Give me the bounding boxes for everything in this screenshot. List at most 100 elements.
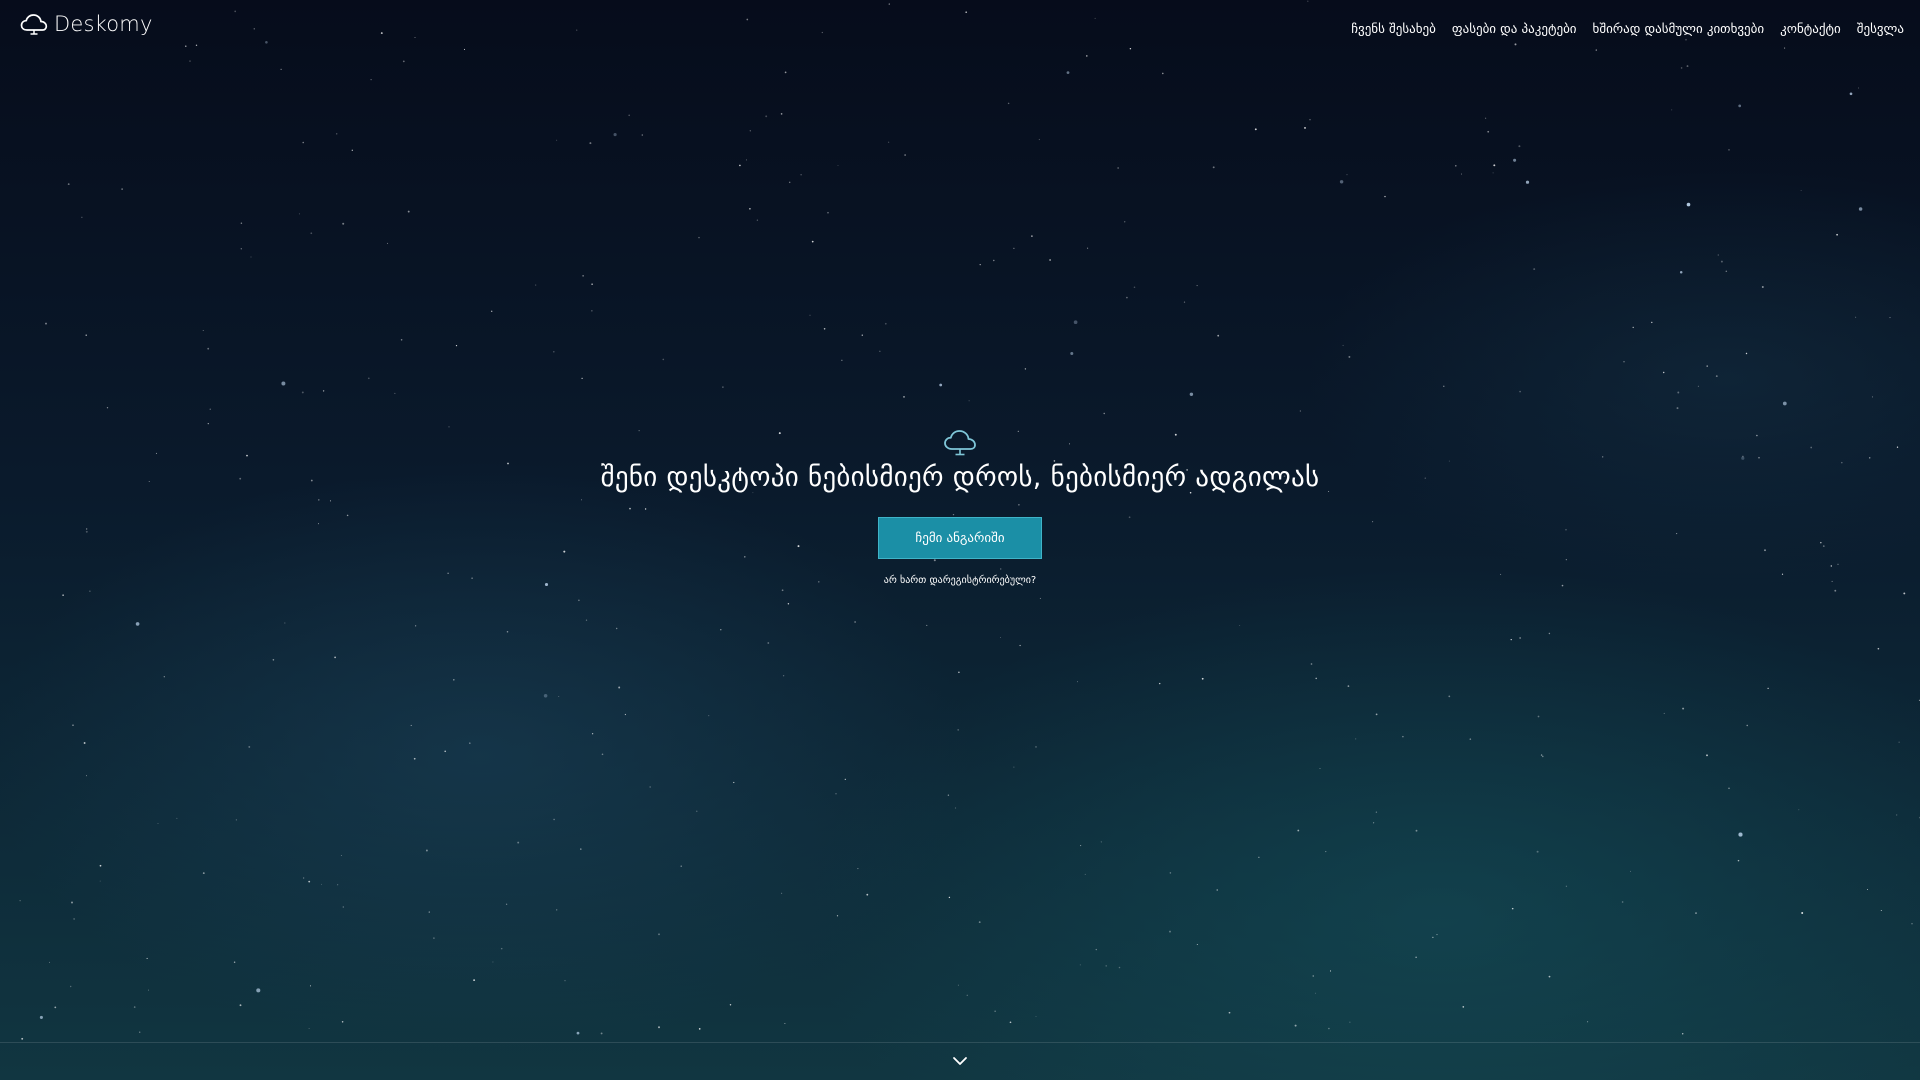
star	[1857, 87, 1860, 89]
nav-link-pricing[interactable]: ფასები და პაკეტები	[1452, 22, 1577, 37]
star	[954, 807, 957, 809]
nav-link-contact[interactable]: კონტაქტი	[1780, 22, 1841, 37]
star	[19, 900, 21, 902]
star	[71, 901, 73, 904]
star	[968, 400, 970, 402]
star	[1348, 355, 1351, 358]
star	[903, 396, 905, 398]
star	[202, 330, 204, 331]
my-account-button[interactable]: ჩემი ანგარიში	[878, 517, 1042, 559]
star	[1297, 829, 1300, 832]
star	[45, 322, 47, 325]
star	[1299, 410, 1301, 412]
star	[1375, 811, 1378, 813]
register-link[interactable]: არ ხართ დარეგისტრირებული?	[0, 575, 1920, 586]
hero-section: შენი დესკტოპი ნებისმიერ დროს, ნებისმიერ …	[0, 428, 1920, 586]
star	[99, 880, 101, 882]
star	[1728, 149, 1730, 151]
star	[1513, 158, 1517, 162]
star	[591, 310, 593, 312]
star	[1066, 71, 1070, 74]
star	[1677, 391, 1680, 394]
star	[1871, 396, 1873, 398]
star	[240, 248, 242, 250]
star	[543, 694, 548, 698]
star	[1039, 597, 1041, 599]
star	[85, 775, 87, 777]
star	[1103, 412, 1105, 415]
star	[835, 792, 837, 795]
star	[1510, 638, 1512, 641]
star	[1738, 832, 1743, 837]
star	[749, 130, 751, 132]
star	[553, 818, 555, 821]
star	[1436, 934, 1438, 936]
star	[1258, 856, 1260, 858]
star	[281, 381, 286, 386]
star	[1896, 814, 1898, 816]
star	[784, 71, 787, 74]
star	[1325, 851, 1327, 853]
star	[1493, 164, 1496, 167]
star	[410, 724, 412, 726]
star	[1676, 407, 1679, 410]
star	[1183, 301, 1186, 303]
star	[240, 222, 243, 225]
star	[1077, 681, 1078, 683]
star	[553, 351, 555, 353]
star	[1706, 754, 1708, 757]
star	[62, 594, 64, 596]
star	[1035, 746, 1037, 748]
star	[556, 139, 558, 141]
star	[298, 213, 300, 215]
brand-logo[interactable]: Deskomy	[20, 12, 153, 36]
star	[613, 133, 617, 137]
nav-link-login[interactable]: შესვლა	[1857, 22, 1904, 37]
star	[1492, 172, 1494, 174]
star	[490, 310, 493, 313]
star	[1697, 385, 1699, 387]
star	[1196, 285, 1198, 287]
star	[1621, 901, 1624, 903]
star	[1196, 944, 1198, 945]
star	[1686, 202, 1691, 207]
star	[844, 778, 846, 781]
star	[580, 848, 582, 850]
star	[1201, 677, 1204, 680]
star	[926, 624, 928, 626]
star	[1007, 102, 1010, 105]
star	[342, 222, 345, 225]
star	[1314, 992, 1316, 994]
star	[556, 909, 558, 911]
star	[781, 892, 783, 894]
star	[455, 345, 458, 347]
star	[1632, 326, 1634, 329]
star	[505, 903, 508, 905]
star	[334, 656, 336, 659]
nav-link-faq[interactable]: ხშირად დასმული კითხვები	[1593, 22, 1765, 37]
star	[1484, 117, 1487, 119]
star	[428, 911, 430, 913]
star	[827, 211, 829, 214]
star	[1254, 128, 1257, 131]
chevron-down-icon[interactable]	[951, 1055, 969, 1067]
star	[641, 134, 644, 136]
star	[1623, 361, 1625, 363]
star	[1548, 975, 1551, 978]
star	[1715, 375, 1718, 377]
star	[139, 1031, 141, 1033]
star	[958, 671, 960, 674]
cloud-desktop-icon	[944, 430, 976, 456]
star	[1415, 956, 1417, 958]
star	[658, 1026, 660, 1029]
star	[133, 1006, 136, 1008]
star	[1328, 1027, 1330, 1030]
star	[1013, 247, 1015, 250]
star	[70, 985, 72, 988]
nav-link-about[interactable]: ჩვენს შესახებ	[1351, 22, 1436, 37]
star	[303, 877, 305, 879]
star	[1867, 889, 1868, 890]
star	[280, 68, 282, 70]
star	[576, 1031, 580, 1035]
star	[367, 377, 370, 380]
